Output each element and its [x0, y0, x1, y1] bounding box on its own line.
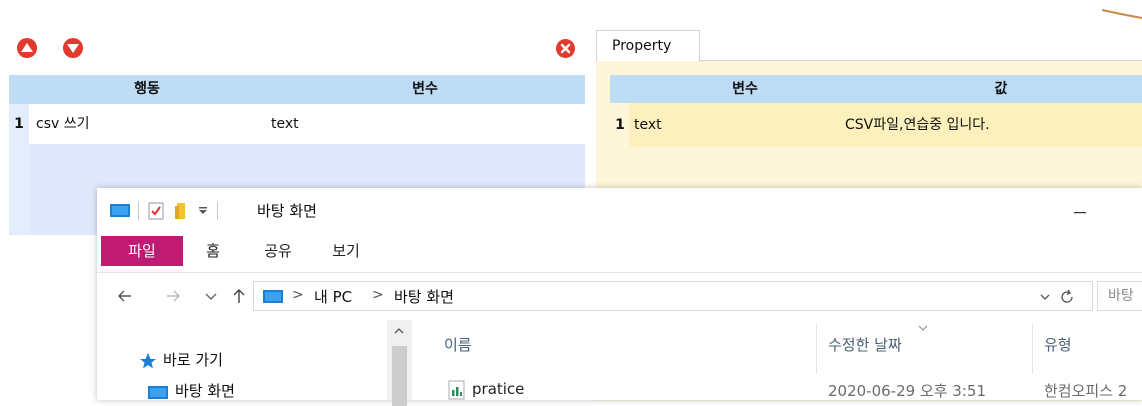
- chevron-up-icon[interactable]: [393, 326, 405, 336]
- sort-indicator-icon: [918, 325, 928, 331]
- row-number: 1: [9, 104, 29, 144]
- title-bar[interactable]: 바탕 화면: [97, 188, 1142, 232]
- chevron-down-icon: [205, 293, 217, 300]
- tab-share[interactable]: 공유: [253, 236, 303, 266]
- breadcrumb-separator: >: [292, 287, 304, 303]
- desktop-icon: [110, 204, 130, 217]
- recent-locations-button[interactable]: [201, 286, 221, 306]
- arrow-right-icon: [167, 290, 180, 302]
- row-number: 1: [610, 103, 630, 147]
- address-bar[interactable]: > 내 PC > 바탕 화면: [253, 281, 1093, 311]
- file-list: 이름 수정한 날짜 유형 pratice 2020-06-29 오후 3:51 …: [412, 320, 1142, 400]
- scrollbar-thumb[interactable]: [392, 346, 407, 406]
- table-header: 변수 값: [610, 75, 1142, 103]
- file-name[interactable]: pratice: [472, 380, 524, 398]
- up-button[interactable]: [229, 286, 249, 306]
- star-pin-icon: [140, 353, 156, 369]
- property-table: 변수 값 1 text CSV파일,연습중 입니다.: [610, 75, 1142, 175]
- brush-stroke-decoration: [1101, 9, 1142, 19]
- table-row[interactable]: 1 text CSV파일,연습중 입니다.: [610, 103, 1142, 147]
- breadcrumb-desktop[interactable]: 바탕 화면: [394, 286, 454, 307]
- delete-button[interactable]: [556, 39, 575, 58]
- navigation-pane: 바로 가기 바탕 화면: [97, 320, 412, 406]
- column-header-name[interactable]: 이름: [444, 334, 472, 355]
- nav-scrollbar[interactable]: [387, 320, 412, 406]
- header-action: 행동: [134, 81, 160, 97]
- cell-value[interactable]: CSV파일,연습중 입니다.: [845, 103, 990, 147]
- close-icon: [560, 43, 571, 54]
- chevron-down-icon[interactable]: [1038, 290, 1052, 304]
- triangle-down-icon: [67, 44, 79, 53]
- nav-item-quick-access[interactable]: 바로 가기: [163, 349, 223, 370]
- cell-action[interactable]: csv 쓰기: [36, 104, 90, 144]
- triangle-up-icon: [21, 43, 33, 52]
- file-modified: 2020-06-29 오후 3:51: [828, 382, 986, 400]
- breadcrumb-separator: >: [372, 287, 384, 303]
- spreadsheet-file-icon: [448, 380, 465, 400]
- table-header: 행동 변수: [9, 75, 585, 104]
- refresh-icon[interactable]: [1058, 288, 1076, 306]
- tab-home[interactable]: 홈: [193, 236, 233, 266]
- divider: [138, 202, 139, 220]
- back-button[interactable]: [115, 286, 135, 306]
- header-variable: 변수: [412, 81, 438, 97]
- nav-item-desktop[interactable]: 바탕 화면: [175, 380, 235, 401]
- search-input[interactable]: 바탕: [1097, 281, 1142, 311]
- chevron-down-icon[interactable]: [197, 206, 209, 216]
- cell-variable[interactable]: text: [271, 104, 299, 144]
- move-up-button[interactable]: [17, 38, 37, 58]
- minimize-button[interactable]: [1057, 202, 1103, 222]
- address-row: > 내 PC > 바탕 화면 바탕: [97, 274, 1142, 318]
- forward-button[interactable]: [163, 286, 183, 306]
- column-divider: [816, 324, 817, 374]
- column-divider: [1032, 324, 1033, 374]
- window-title: 바탕 화면: [257, 202, 317, 220]
- ribbon: 파일 홈 공유 보기: [97, 232, 1142, 273]
- desktop-icon: [263, 290, 283, 303]
- tab-file[interactable]: 파일: [101, 236, 183, 266]
- arrow-left-icon: [118, 290, 131, 302]
- divider: [217, 202, 218, 220]
- new-folder-icon[interactable]: [173, 201, 189, 221]
- cell-variable[interactable]: text: [634, 103, 662, 147]
- tab-view[interactable]: 보기: [321, 236, 371, 266]
- table-row[interactable]: 1 csv 쓰기 text: [9, 104, 585, 144]
- breadcrumb-pc[interactable]: 내 PC: [314, 286, 352, 307]
- file-explorer-window: 바탕 화면 파일 홈 공유 보기 > 내 PC > 바탕 화면 바탕 바로 가기…: [97, 188, 1142, 406]
- move-down-button[interactable]: [63, 38, 83, 58]
- header-variable: 변수: [732, 81, 758, 97]
- column-header-modified[interactable]: 수정한 날짜: [828, 334, 902, 355]
- arrow-up-icon: [233, 289, 245, 303]
- properties-icon[interactable]: [147, 201, 165, 221]
- desktop-icon: [148, 386, 168, 399]
- minimize-icon: [1074, 212, 1086, 214]
- tab-property[interactable]: Property: [596, 30, 700, 61]
- column-header-type[interactable]: 유형: [1044, 334, 1072, 355]
- file-type: 한컴오피스 2: [1044, 382, 1128, 400]
- header-value: 값: [994, 81, 1008, 97]
